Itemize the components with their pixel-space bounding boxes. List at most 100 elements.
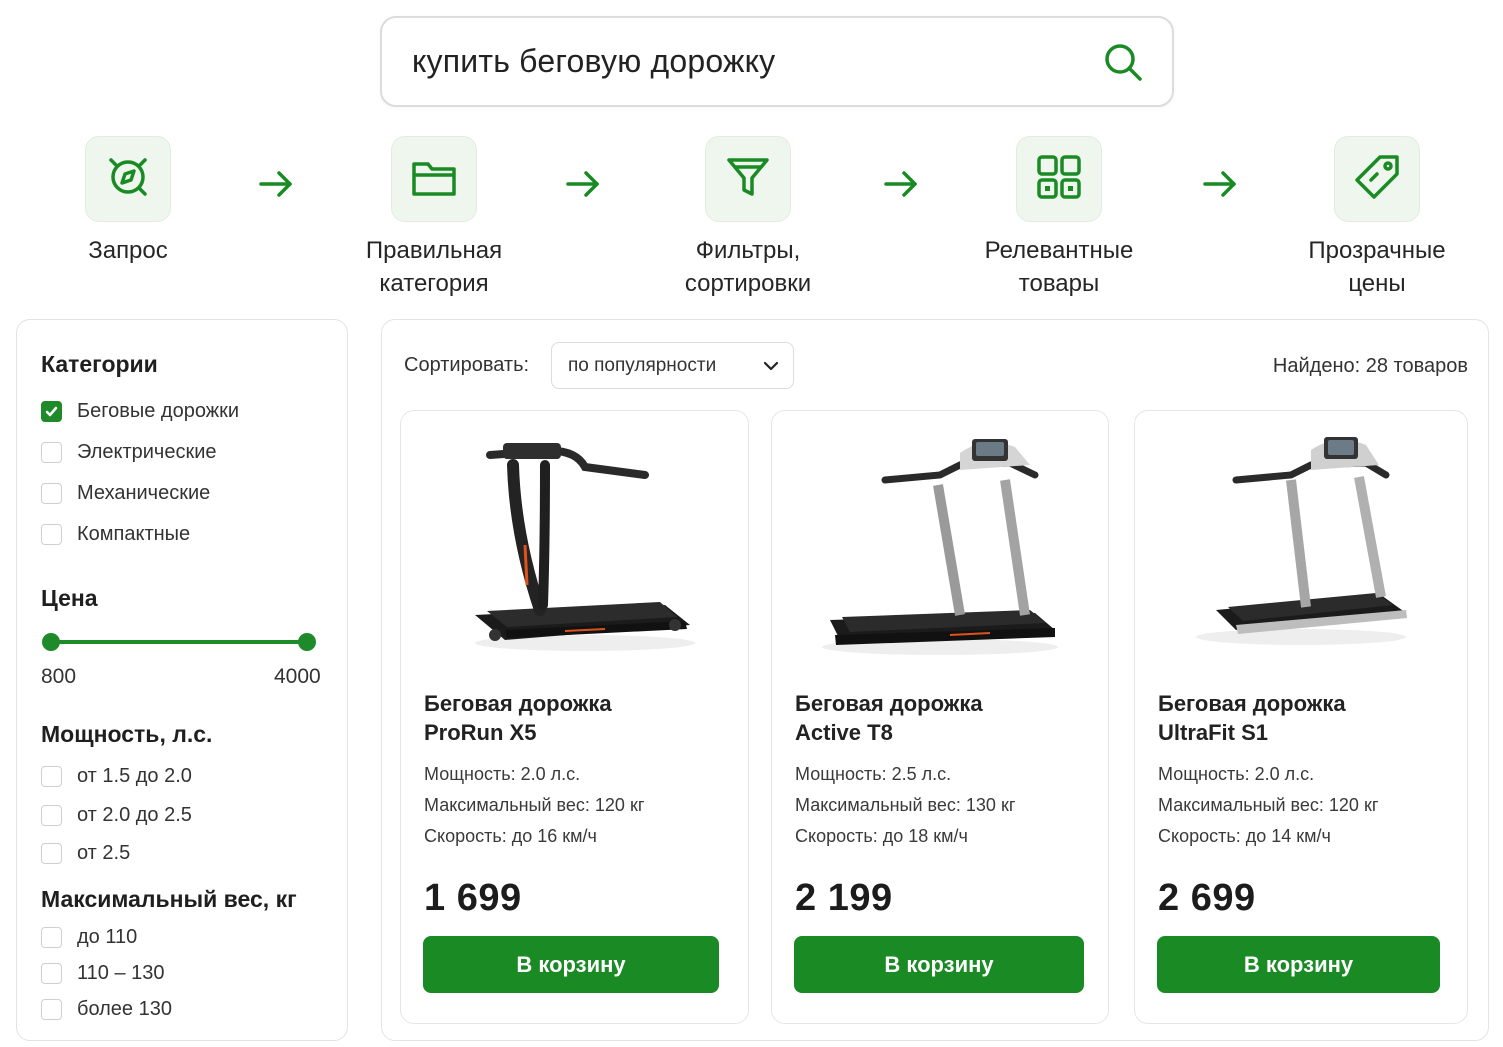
step-label-text: Релевантные товары — [984, 237, 1134, 297]
product-card[interactable]: Беговая дорожка ProRun X5 Мощность: 2.0 … — [400, 410, 749, 1024]
step-label: Релевантные товары — [959, 234, 1159, 300]
product-name-line: Беговая дорожка — [795, 691, 983, 716]
categories-title: Категории — [41, 351, 158, 377]
checkbox[interactable] — [41, 927, 62, 948]
checkbox-checked[interactable] — [41, 401, 62, 422]
weight-option[interactable]: до 110 — [41, 926, 137, 949]
product-power: Мощность: 2.0 л.с. — [1158, 764, 1315, 784]
checkbox[interactable] — [41, 999, 62, 1020]
checkbox-label: Беговые дорожки — [77, 400, 240, 422]
step-filters: Фильтры, сортировки — [648, 136, 848, 300]
step-products: Релевантные товары — [959, 136, 1159, 300]
step-tile — [391, 136, 477, 222]
product-model: UltraFit S1 — [1158, 720, 1269, 745]
category-running-tracks[interactable]: Беговые дорожки — [41, 400, 239, 423]
checkbox-label: от 2.0 до 2.5 — [77, 804, 192, 826]
power-option[interactable]: от 2.5 — [41, 842, 130, 865]
product-speed: Скорость: до 18 км/ч — [795, 826, 968, 846]
step-category: Правильная категория — [334, 136, 534, 300]
step-tile — [705, 136, 791, 222]
product-image[interactable] — [1135, 425, 1467, 675]
filters-panel: Категории Беговые дорожки Электрические … — [16, 319, 348, 1041]
add-to-cart-button[interactable]: В корзину — [423, 936, 719, 993]
product-name[interactable]: Беговая дорожка UltraFit S1 — [1158, 689, 1346, 747]
arrow-right-icon — [1200, 164, 1240, 204]
product-max-weight: Максимальный вес: 120 кг — [424, 795, 645, 815]
category-electric[interactable]: Электрические — [41, 441, 217, 464]
search-input[interactable]: купить беговую дорожку — [412, 43, 1102, 80]
search-bar[interactable]: купить беговую дорожку — [380, 16, 1174, 107]
checkbox[interactable] — [41, 483, 62, 504]
checkbox[interactable] — [41, 766, 62, 787]
grid-icon — [1034, 152, 1084, 207]
step-tile — [85, 136, 171, 222]
product-name[interactable]: Беговая дорожка Active T8 — [795, 689, 983, 747]
filter-icon — [723, 152, 773, 207]
step-label-text: Прозрачные цены — [1308, 237, 1446, 297]
product-name-line: Беговая дорожка — [424, 691, 612, 716]
price-slider-max-handle[interactable] — [298, 633, 316, 651]
target-icon — [103, 152, 153, 207]
checkbox-label: до 110 — [77, 926, 138, 948]
product-power: Мощность: 2.5 л.с. — [795, 764, 952, 784]
product-price: 2 199 — [795, 877, 893, 919]
product-image[interactable] — [401, 425, 748, 675]
price-tag-icon — [1352, 152, 1402, 207]
checkbox[interactable] — [41, 963, 62, 984]
products-panel: Сортировать: по популярности Найдено: 28… — [381, 319, 1489, 1041]
checkbox-label: Механические — [77, 482, 211, 504]
step-tile — [1016, 136, 1102, 222]
product-price: 2 699 — [1158, 877, 1256, 919]
add-to-cart-button[interactable]: В корзину — [794, 936, 1084, 993]
category-mechanical[interactable]: Механические — [41, 482, 210, 505]
product-card[interactable]: Беговая дорожка UltraFit S1 Мощность: 2.… — [1134, 410, 1468, 1024]
step-label-text: Правильная категория — [365, 237, 503, 297]
product-max-weight: Максимальный вес: 130 кг — [795, 795, 1016, 815]
checkbox[interactable] — [41, 442, 62, 463]
treadmill-icon — [474, 443, 695, 651]
sort-value: по популярности — [568, 354, 717, 376]
price-slider-min-handle[interactable] — [42, 633, 60, 651]
sort-label: Сортировать: — [404, 354, 530, 376]
checkbox[interactable] — [41, 843, 62, 864]
price-max-label: 4000 — [274, 665, 321, 688]
chevron-down-icon — [763, 355, 779, 377]
weight-option[interactable]: 110 – 130 — [41, 962, 165, 985]
treadmill-icon — [822, 439, 1058, 655]
price-slider-track[interactable] — [51, 640, 307, 644]
checkbox[interactable] — [41, 524, 62, 545]
checkbox-label: Электрические — [77, 441, 217, 463]
step-label: Правильная категория — [334, 234, 534, 300]
step-query: Запрос — [28, 136, 228, 267]
weight-option[interactable]: более 130 — [41, 998, 172, 1021]
checkbox[interactable] — [41, 805, 62, 826]
folder-icon — [409, 152, 459, 207]
checkbox-label: более 130 — [77, 998, 172, 1020]
search-icon[interactable] — [1102, 41, 1144, 83]
price-min-label: 800 — [41, 665, 77, 688]
step-label: Прозрачные цены — [1277, 234, 1477, 300]
power-option[interactable]: от 1.5 до 2.0 — [41, 765, 192, 788]
weight-title: Максимальный вес, кг — [41, 886, 297, 912]
checkbox-label: 110 – 130 — [77, 962, 165, 984]
product-image[interactable] — [772, 425, 1108, 675]
product-model: Active T8 — [795, 720, 893, 745]
arrow-right-icon — [881, 164, 921, 204]
product-power: Мощность: 2.0 л.с. — [424, 764, 581, 784]
step-tile — [1334, 136, 1420, 222]
checkbox-label: Компактные — [77, 523, 191, 545]
add-to-cart-button[interactable]: В корзину — [1157, 936, 1440, 993]
step-label-text: Фильтры, сортировки — [684, 237, 812, 297]
product-card[interactable]: Беговая дорожка Active T8 Мощность: 2.5 … — [771, 410, 1109, 1024]
checkbox-label: от 2.5 — [77, 842, 131, 864]
power-option[interactable]: от 2.0 до 2.5 — [41, 804, 192, 827]
category-compact[interactable]: Компактные — [41, 523, 190, 546]
product-name[interactable]: Беговая дорожка ProRun X5 — [424, 689, 612, 747]
product-max-weight: Максимальный вес: 120 кг — [1158, 795, 1379, 815]
arrow-right-icon — [563, 164, 603, 204]
sort-dropdown[interactable]: по популярности — [551, 342, 794, 389]
step-label: Запрос — [88, 237, 168, 264]
product-model: ProRun X5 — [424, 720, 537, 745]
power-title: Мощность, л.с. — [41, 721, 213, 747]
product-speed: Скорость: до 16 км/ч — [424, 826, 597, 846]
